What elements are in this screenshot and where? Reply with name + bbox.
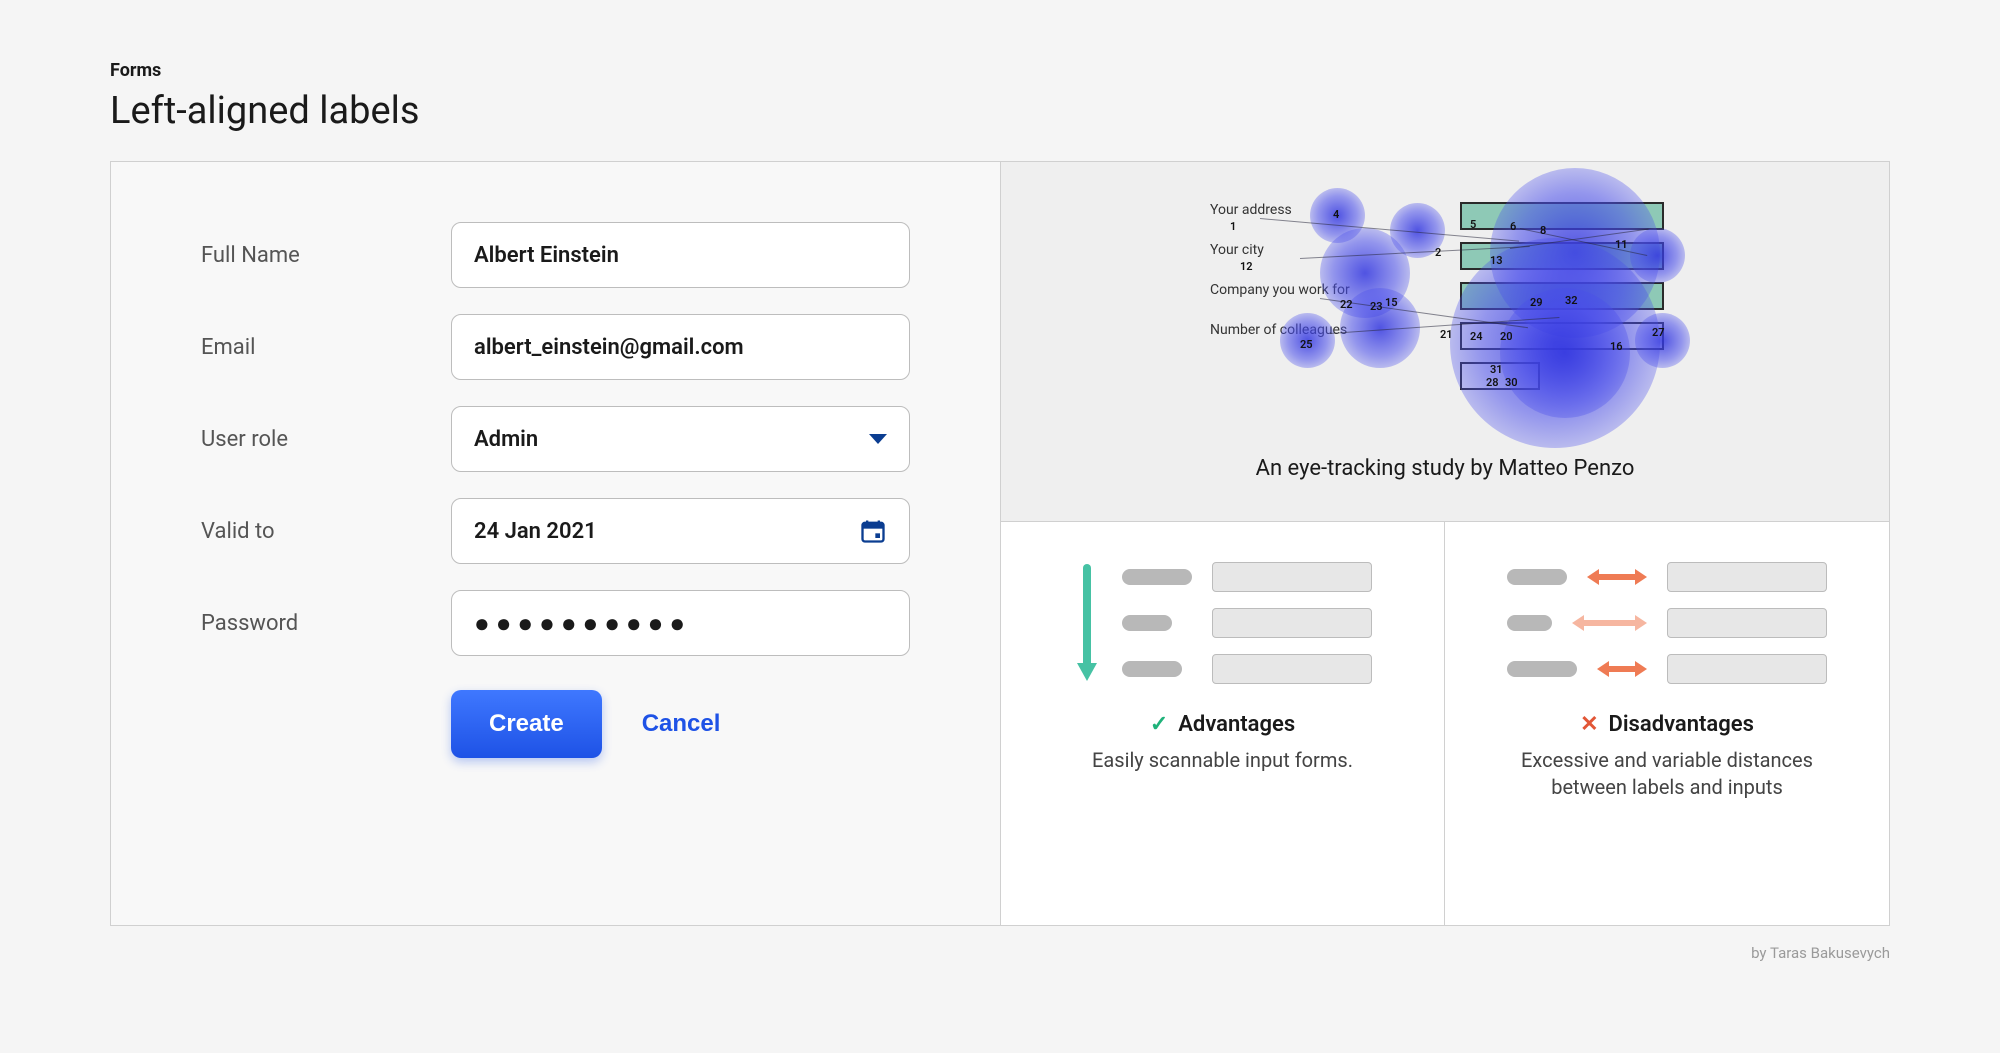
arrow-horizontal-icon (1572, 613, 1647, 633)
chevron-down-icon (869, 434, 887, 444)
label-full-name: Full Name (201, 243, 451, 268)
label-user-role: User role (201, 427, 451, 452)
arrow-down-icon (1074, 563, 1100, 683)
email-field[interactable] (474, 335, 887, 360)
page-title: Left-aligned labels (110, 89, 1890, 133)
credit: by Taras Bakusevych (110, 944, 1890, 962)
form-panel: Full Name Email User role Admin Valid to… (111, 162, 1001, 925)
hm-label-1: Your city (1210, 242, 1264, 258)
disadvantages-title-text: Disadvantages (1609, 712, 1754, 737)
calendar-icon[interactable] (859, 517, 887, 545)
arrow-horizontal-icon (1587, 567, 1647, 587)
advantages-title: ✓ Advantages (1150, 712, 1295, 737)
valid-to-value: 24 Jan 2021 (474, 519, 597, 544)
create-button[interactable]: Create (451, 690, 602, 758)
disadvantages-body: Excessive and variable distances between… (1507, 747, 1827, 801)
header-eyebrow: Forms (110, 60, 1890, 81)
row-password: Password ●●●●●●●●●● (201, 590, 910, 656)
row-valid-to: Valid to 24 Jan 2021 (201, 498, 910, 564)
study-panel: Your address Your city Company you work … (1001, 162, 1889, 522)
input-email[interactable] (451, 314, 910, 380)
row-email: Email (201, 314, 910, 380)
arrow-horizontal-icon (1597, 659, 1647, 679)
x-icon: ✕ (1580, 712, 1598, 737)
input-valid-to[interactable]: 24 Jan 2021 (451, 498, 910, 564)
button-row: Create Cancel (451, 690, 910, 758)
pros-cons: ✓ Advantages Easily scannable input form… (1001, 522, 1889, 925)
disadvantages-illustration (1485, 562, 1849, 684)
input-full-name[interactable] (451, 222, 910, 288)
eye-tracking-heatmap: Your address Your city Company you work … (1210, 198, 1680, 438)
cancel-button[interactable]: Cancel (642, 710, 721, 738)
check-icon: ✓ (1150, 712, 1168, 737)
password-value: ●●●●●●●●●● (474, 608, 691, 639)
advantages-illustration (1041, 562, 1404, 684)
full-name-field[interactable] (474, 243, 887, 268)
advantages-body: Easily scannable input forms. (1092, 747, 1353, 774)
label-email: Email (201, 335, 451, 360)
main-grid: Full Name Email User role Admin Valid to… (110, 161, 1890, 926)
disadvantages-title: ✕ Disadvantages (1580, 712, 1754, 737)
user-role-value: Admin (474, 427, 538, 452)
study-caption: An eye-tracking study by Matteo Penzo (1256, 456, 1635, 481)
row-full-name: Full Name (201, 222, 910, 288)
label-valid-to: Valid to (201, 519, 451, 544)
hm-label-0: Your address (1210, 202, 1292, 218)
input-password[interactable]: ●●●●●●●●●● (451, 590, 910, 656)
label-password: Password (201, 611, 451, 636)
advantages-panel: ✓ Advantages Easily scannable input form… (1001, 522, 1445, 925)
row-user-role: User role Admin (201, 406, 910, 472)
select-user-role[interactable]: Admin (451, 406, 910, 472)
advantages-title-text: Advantages (1178, 712, 1295, 737)
disadvantages-panel: ✕ Disadvantages Excessive and variable d… (1445, 522, 1889, 925)
